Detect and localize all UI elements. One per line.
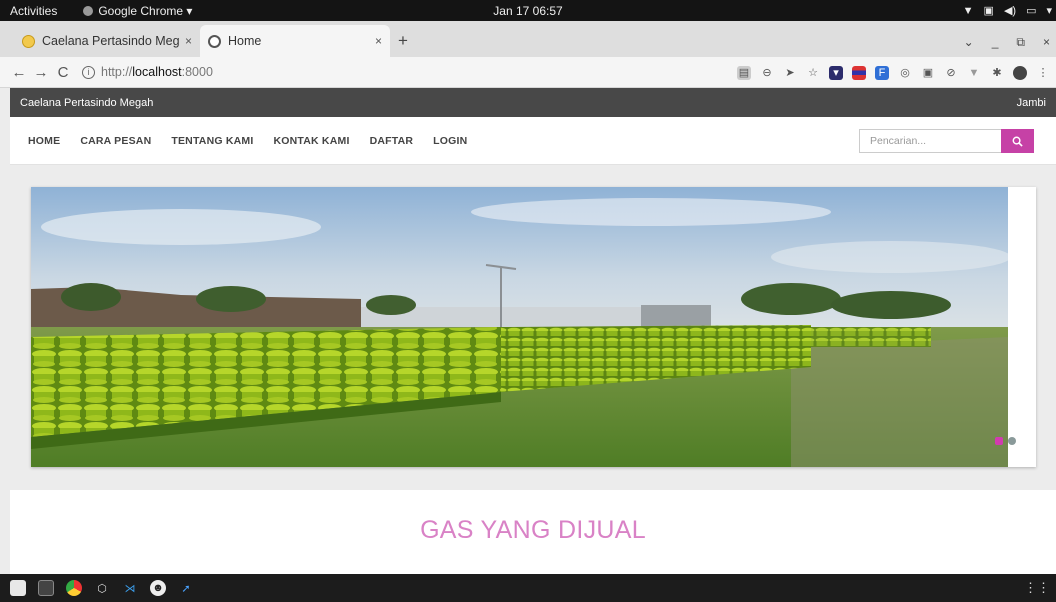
search-button[interactable] bbox=[1001, 129, 1034, 153]
globe-icon bbox=[208, 34, 221, 48]
url-host: localhost bbox=[132, 65, 182, 79]
site-navigation: HOME CARA PESAN TENTANG KAMI KONTAK KAMI… bbox=[10, 117, 1056, 165]
app-menu-label: Google Chrome ▾ bbox=[98, 3, 193, 18]
menu-kontak-kami[interactable]: KONTAK KAMI bbox=[273, 135, 349, 147]
tab-search-icon[interactable]: ⌄ bbox=[964, 35, 974, 50]
browser-toolbar: ← → C i http://localhost:8000 ▤ ⊖ ➤ ☆ ▾ … bbox=[0, 57, 1056, 88]
image-slider[interactable] bbox=[31, 187, 1036, 467]
translate-icon[interactable]: ▤ bbox=[737, 65, 751, 80]
main-menu: HOME CARA PESAN TENTANG KAMI KONTAK KAMI… bbox=[28, 135, 467, 147]
discord-icon[interactable]: ☻ bbox=[150, 580, 166, 596]
slider-pagination bbox=[995, 437, 1016, 445]
section-title: GAS YANG DIJUAL bbox=[420, 516, 646, 544]
minimize-icon[interactable]: _ bbox=[992, 35, 999, 50]
kebab-menu-icon[interactable]: ⋮ bbox=[1036, 66, 1050, 80]
vscode-icon[interactable]: ⋊ bbox=[122, 580, 138, 596]
slider-dot-active[interactable] bbox=[995, 437, 1003, 445]
taskbar: ⬡ ⋊ ☻ ➚ ⋮⋮ bbox=[0, 574, 1056, 602]
gas-cylinders-photo bbox=[31, 187, 1008, 467]
back-button[interactable]: ← bbox=[8, 64, 30, 81]
activities-button[interactable]: Activities bbox=[0, 4, 69, 18]
files-icon[interactable] bbox=[10, 580, 26, 596]
battery-icon: ▭ bbox=[1026, 5, 1037, 17]
puzzle-icon[interactable]: ✱ bbox=[990, 66, 1004, 80]
postman-icon[interactable]: ➚ bbox=[178, 580, 194, 596]
chrome-icon bbox=[83, 5, 94, 16]
site-top-bar: Caelana Pertasindo Megah Jambi bbox=[10, 88, 1056, 117]
site-brand[interactable]: Caelana Pertasindo Megah bbox=[20, 97, 153, 109]
tab-label: Home bbox=[228, 34, 262, 48]
search-form bbox=[859, 129, 1034, 153]
restore-icon[interactable]: ⧉ bbox=[1016, 35, 1025, 50]
chevron-down-icon: ▾ bbox=[1046, 5, 1052, 17]
volume-icon: ◀) bbox=[1003, 5, 1017, 17]
shield-icon[interactable]: ⊘ bbox=[944, 66, 958, 80]
tab-strip: Caelana Pertasindo Mega × Home × + ⌄ _ ⧉… bbox=[0, 21, 1056, 57]
menu-daftar[interactable]: DAFTAR bbox=[370, 135, 414, 147]
url-scheme: http:// bbox=[101, 65, 133, 79]
app-menu[interactable]: Google Chrome ▾ bbox=[83, 4, 192, 18]
new-tab-button[interactable]: + bbox=[398, 31, 408, 51]
wifi-icon: ▼ bbox=[962, 4, 974, 17]
zoom-icon[interactable]: ⊖ bbox=[760, 66, 774, 80]
search-icon bbox=[1012, 136, 1023, 147]
menu-login[interactable]: LOGIN bbox=[433, 135, 467, 147]
menu-cara-pesan[interactable]: CARA PESAN bbox=[80, 135, 151, 147]
close-icon[interactable]: × bbox=[185, 34, 192, 48]
window-close-icon[interactable]: × bbox=[1043, 35, 1050, 50]
circle-icon[interactable]: ◎ bbox=[898, 66, 912, 80]
system-top-bar: Activities Google Chrome ▾ Jan 17 06:57 … bbox=[0, 0, 1056, 21]
site-city: Jambi bbox=[1016, 96, 1046, 109]
tab-caelana[interactable]: Caelana Pertasindo Mega × bbox=[14, 25, 200, 57]
virtualbox-icon[interactable]: ⬡ bbox=[94, 580, 110, 596]
slider-dot[interactable] bbox=[1008, 437, 1016, 445]
window-controls: ⌄ _ ⧉ × bbox=[964, 35, 1050, 50]
star-icon[interactable]: ☆ bbox=[806, 66, 820, 80]
products-section: GAS YANG DIJUAL bbox=[10, 490, 1056, 574]
pocket-icon[interactable]: ▾ bbox=[829, 65, 843, 80]
site-favicon-icon bbox=[22, 34, 35, 48]
tab-label: Caelana Pertasindo Mega bbox=[42, 34, 179, 48]
send-icon[interactable]: ➤ bbox=[783, 66, 797, 80]
address-bar[interactable]: i http://localhost:8000 bbox=[82, 65, 213, 79]
card-icon[interactable]: ▣ bbox=[921, 66, 935, 80]
info-icon[interactable]: i bbox=[82, 65, 95, 79]
reload-button[interactable]: C bbox=[52, 64, 74, 81]
slide-image bbox=[31, 187, 1008, 467]
bluetooth-icon: ▣ bbox=[983, 5, 994, 17]
system-tray[interactable]: ▼ ▣ ◀) ▭ ▾ bbox=[963, 0, 1052, 21]
vuejs-icon[interactable]: ▼ bbox=[967, 66, 981, 80]
extension-icons: ▤ ⊖ ➤ ☆ ▾ F ◎ ▣ ⊘ ▼ ✱ ⋮ bbox=[737, 57, 1050, 88]
url-port: :8000 bbox=[181, 65, 213, 79]
avatar-icon[interactable] bbox=[1013, 65, 1027, 80]
f-icon[interactable]: F bbox=[875, 65, 889, 80]
app-grid-icon[interactable]: ⋮⋮ bbox=[1024, 580, 1050, 596]
forward-button[interactable]: → bbox=[30, 64, 52, 81]
terminal-icon[interactable] bbox=[38, 580, 54, 596]
chrome-icon[interactable] bbox=[66, 580, 82, 596]
search-input[interactable] bbox=[859, 129, 1001, 153]
menu-tentang-kami[interactable]: TENTANG KAMI bbox=[171, 135, 253, 147]
close-icon[interactable]: × bbox=[375, 34, 382, 48]
tab-home[interactable]: Home × bbox=[200, 25, 390, 57]
stack-icon[interactable] bbox=[852, 65, 866, 80]
menu-home[interactable]: HOME bbox=[28, 135, 60, 147]
